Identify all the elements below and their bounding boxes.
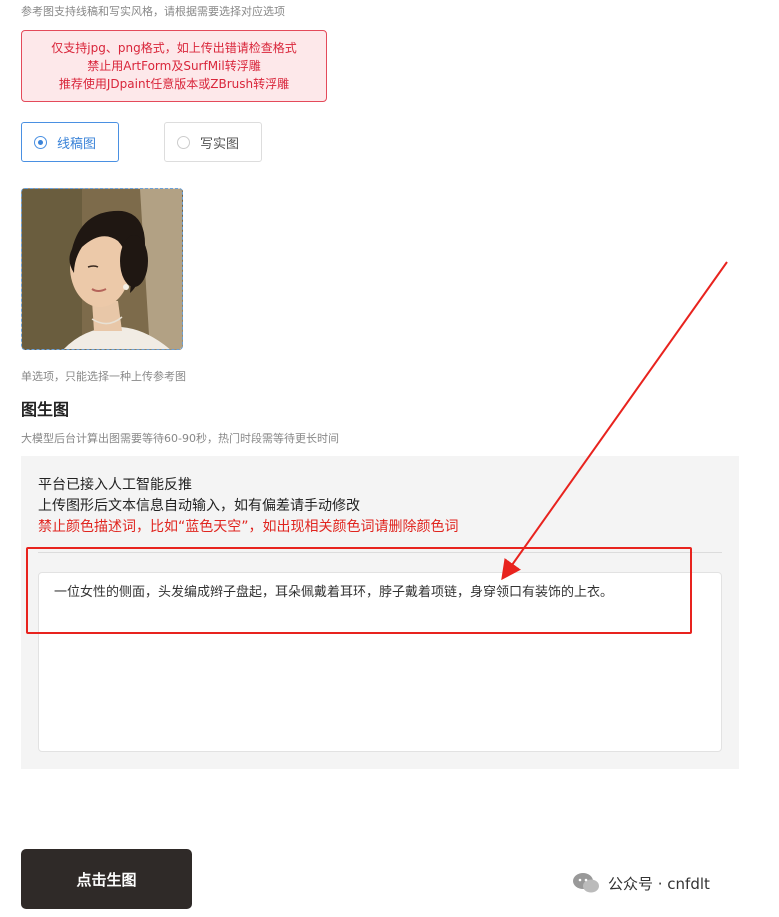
watermark-text: 公众号 · cnfdlt [608,874,710,893]
panel-line-1: 平台已接入人工智能反推 [38,477,192,493]
panel-notice: 平台已接入人工智能反推 上传图形后文本信息自动输入，如有偏差请手动修改 禁止颜色… [38,475,459,538]
mode-option-label: 写实图 [200,136,240,152]
panel-line-3: 禁止颜色描述词，比如“蓝色天空”，如出现相关颜色词请删除颜色词 [38,519,459,535]
portrait-image [22,189,182,349]
annotation-highlight-frame [26,547,692,634]
warning-line-3: 推荐使用JDpaint任意版本或ZBrush转浮雕 [58,77,290,91]
reference-hint: 参考图支持线稿和写实风格，请根据需要选择对应选项 [21,5,285,18]
wechat-icon [573,873,599,893]
mode-option-realistic[interactable]: 写实图 [164,122,262,162]
radio-selected-icon [34,135,47,149]
uploaded-reference-image[interactable] [21,188,183,350]
radio-unselected-icon [177,135,190,149]
mode-option-lineart[interactable]: 线稿图 [21,122,119,162]
format-warning-box: 仅支持jpg、png格式，如上传出错请检查格式 禁止用ArtForm及SurfM… [21,30,327,102]
generate-button[interactable]: 点击生图 [21,849,192,909]
wait-time-hint: 大模型后台计算出图需要等待60-90秒，热门时段需等待更长时间 [21,432,339,445]
single-choice-hint: 单选项，只能选择一种上传参考图 [21,370,186,383]
mode-option-label: 线稿图 [57,136,97,152]
warning-line-1: 仅支持jpg、png格式，如上传出错请检查格式 [51,41,297,55]
panel-line-2: 上传图形后文本信息自动输入，如有偏差请手动修改 [38,498,360,514]
warning-line-2: 禁止用ArtForm及SurfMil转浮雕 [87,59,261,73]
wechat-watermark: 公众号 · cnfdlt [572,872,710,894]
section-title: 图生图 [21,400,70,419]
